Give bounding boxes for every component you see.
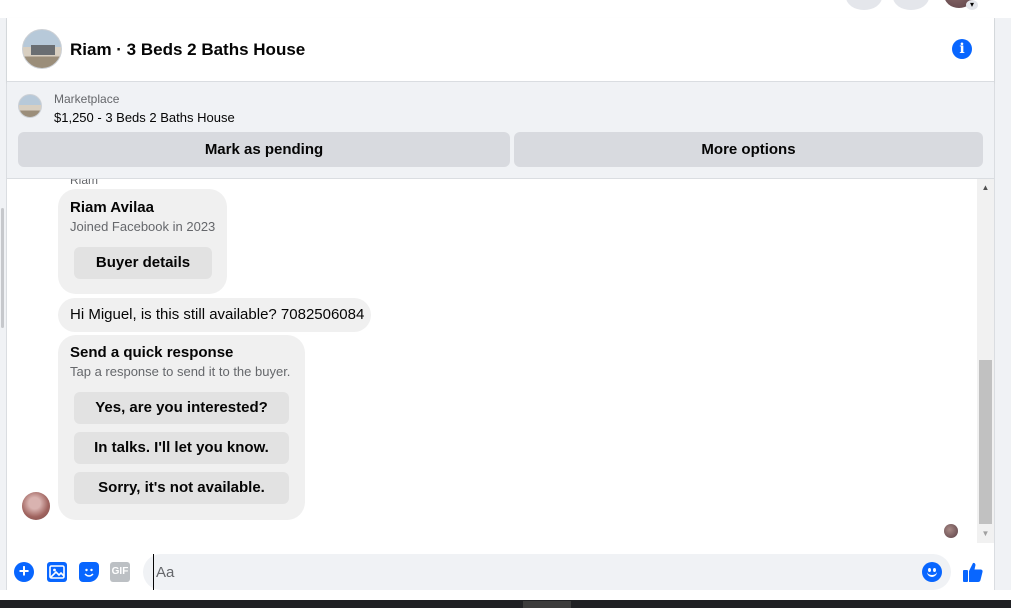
image-glyph xyxy=(49,565,65,579)
messenger-page: ▾ Riam · 3 Beds 2 Baths House i Marketpl… xyxy=(0,0,1011,608)
buyer-name: Riam Avilaa xyxy=(70,199,154,216)
left-frame xyxy=(0,18,7,590)
browser-top-strip: ▾ xyxy=(0,0,1011,18)
conversation-scrollbar[interactable]: ▲ ▼ xyxy=(977,179,994,543)
marketplace-banner: Marketplace $1,250 - 3 Beds 2 Baths Hous… xyxy=(7,82,994,179)
emoji-icon[interactable] xyxy=(922,562,942,582)
taskbar-tab[interactable] xyxy=(523,601,571,608)
house-image xyxy=(31,45,55,55)
more-options-button[interactable]: More options xyxy=(514,132,983,167)
quick-response-subtitle: Tap a response to send it to the buyer. xyxy=(70,364,291,379)
message-input[interactable] xyxy=(153,554,913,590)
image-icon[interactable] xyxy=(47,562,67,582)
sender-avatar[interactable] xyxy=(22,492,50,520)
message-bubble[interactable]: Hi Miguel, is this still available? 7082… xyxy=(58,298,371,332)
sticker-icon[interactable] xyxy=(79,562,99,582)
thumbs-up-icon[interactable] xyxy=(962,561,984,583)
scrollbar-thumb[interactable] xyxy=(979,360,992,524)
conversation-area: Riam Riam Avilaa Joined Facebook in 2023… xyxy=(7,179,977,543)
quick-response-card: Send a quick response Tap a response to … xyxy=(58,335,305,520)
top-action-button[interactable] xyxy=(893,0,929,10)
emoji-mouth xyxy=(927,572,937,577)
quick-response-title: Send a quick response xyxy=(70,344,234,361)
listing-avatar[interactable] xyxy=(22,29,62,69)
buyer-joined-text: Joined Facebook in 2023 xyxy=(70,219,216,234)
taskbar-strip xyxy=(0,600,1011,608)
buyer-profile-card: Riam Avilaa Joined Facebook in 2023 Buye… xyxy=(58,189,227,294)
gif-icon[interactable]: GIF xyxy=(110,562,130,582)
mark-as-pending-button[interactable]: Mark as pending xyxy=(18,132,510,167)
top-action-button[interactable] xyxy=(846,0,882,10)
thumbs-up-glyph xyxy=(963,562,983,582)
chat-header: Riam · 3 Beds 2 Baths House i xyxy=(7,18,994,82)
seen-receipt-avatar xyxy=(944,524,958,538)
listing-title[interactable]: $1,250 - 3 Beds 2 Baths House xyxy=(54,110,235,125)
chevron-down-icon[interactable]: ▾ xyxy=(966,0,978,10)
left-scroll-indicator xyxy=(1,208,4,328)
message-composer: + GIF xyxy=(7,543,994,595)
scroll-down-arrow-icon[interactable]: ▼ xyxy=(977,527,994,541)
sender-name: Riam xyxy=(70,179,99,187)
right-frame xyxy=(994,18,1011,590)
info-icon[interactable]: i xyxy=(952,39,972,59)
chat-title[interactable]: Riam · 3 Beds 2 Baths House xyxy=(70,40,305,60)
quick-response-in-talks-button[interactable]: In talks. I'll let you know. xyxy=(74,432,289,464)
listing-thumbnail[interactable] xyxy=(18,94,42,118)
buyer-details-button[interactable]: Buyer details xyxy=(74,247,212,279)
scroll-up-arrow-icon[interactable]: ▲ xyxy=(977,181,994,195)
message-input-wrapper xyxy=(143,554,951,590)
marketplace-label: Marketplace xyxy=(54,92,120,106)
message-text: Hi Miguel, is this still available? 7082… xyxy=(70,306,365,323)
quick-response-yes-button[interactable]: Yes, are you interested? xyxy=(74,392,289,424)
sticker-glyph xyxy=(84,568,94,577)
quick-response-not-available-button[interactable]: Sorry, it's not available. xyxy=(74,472,289,504)
plus-circle-icon[interactable]: + xyxy=(14,562,34,582)
